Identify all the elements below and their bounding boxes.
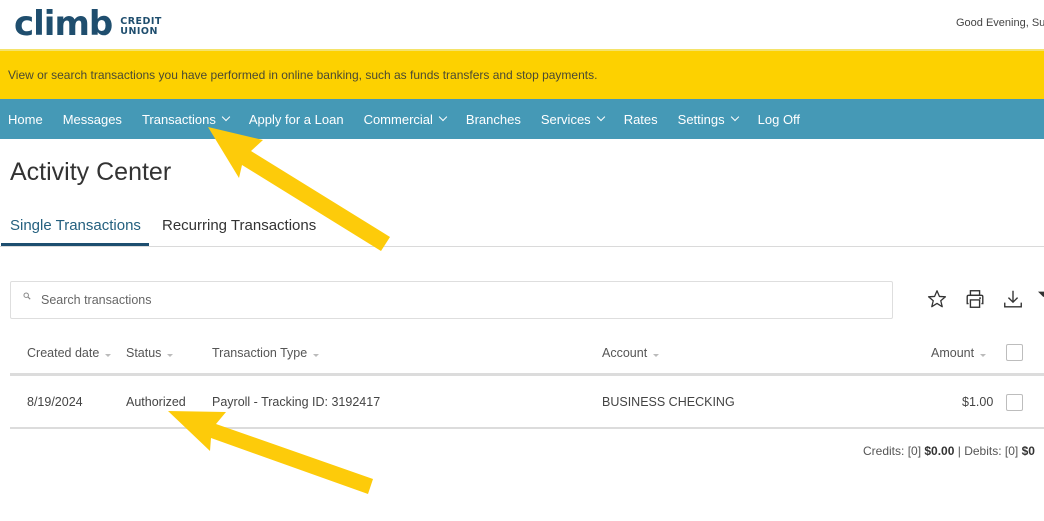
nav-label: Services [540,111,591,127]
totals-separator: | [957,444,961,458]
credits-count: [0] [907,444,922,458]
column-header-status[interactable]: Status [126,346,174,360]
credits-amount: $0.00 [924,444,955,458]
chevron-down-icon [596,112,605,122]
print-icon[interactable] [964,288,986,310]
nav-label: Apply for a Loan [248,111,344,127]
nav-label: Log Off [757,111,801,127]
cell-amount: $1.00 [962,395,994,409]
debits-amount: $0 [1021,444,1035,458]
nav-label: Home [8,111,43,127]
column-header-amount[interactable]: Amount [931,346,987,360]
table-header: Created date Status Transaction Type Acc… [10,338,1044,376]
nav-item-branches[interactable]: Branches [466,112,521,127]
logo-sub-line2: UNION [120,26,158,37]
transaction-tabs: Single Transactions Recurring Transactio… [0,207,1044,247]
search-input[interactable] [41,282,881,318]
cell-account: BUSINESS CHECKING [602,395,735,409]
nav-item-rates[interactable]: Rates [624,112,658,127]
logo-wordmark: climb [14,4,113,44]
page-title: Activity Center [10,158,172,186]
sort-caret-icon [105,352,112,358]
sort-caret-icon [313,352,320,358]
debits-label: Debits: [964,444,1002,458]
select-all-checkbox[interactable] [1006,344,1023,361]
nav-item-commercial[interactable]: Commercial [363,111,448,127]
nav-item-home[interactable]: Home [8,112,43,127]
active-tab-indicator [1,243,149,246]
column-label: Account [602,346,648,360]
column-label: Amount [931,346,975,360]
nav-label: Settings [677,111,725,127]
climb-logo[interactable]: climb CREDIT UNION [14,6,162,42]
search-icon [23,292,31,300]
row-select-checkbox[interactable] [1006,394,1023,411]
banner-text: View or search transactions you have per… [8,68,598,82]
tab-recurring-transactions[interactable]: Recurring Transactions [162,217,316,234]
cell-created-date: 8/19/2024 [27,395,83,409]
download-icon[interactable] [1002,288,1024,310]
nav-item-settings[interactable]: Settings [677,111,739,127]
nav-label: Rates [623,111,658,127]
main-nav: Home Messages Transactions Apply for a L… [0,99,1044,139]
column-header-created-date[interactable]: Created date [27,346,112,360]
search-box [10,281,893,319]
debits-count: [0] [1004,444,1019,458]
cell-status: Authorized [126,395,186,409]
nav-label: Transactions [141,111,216,127]
nav-item-apply-for-a-loan[interactable]: Apply for a Loan [249,112,344,127]
tab-single-transactions[interactable]: Single Transactions [10,217,141,234]
sort-caret-icon [167,352,174,358]
greeting-text: Good Evening, Sus [956,17,1044,29]
top-header: climb CREDIT UNION Good Evening, Sus [0,0,1044,49]
column-label: Transaction Type [212,346,308,360]
chevron-down-icon [221,112,231,122]
column-header-transaction-type[interactable]: Transaction Type [212,346,320,360]
table-row[interactable]: 8/19/2024 Authorized Payroll - Tracking … [10,377,1044,429]
cell-transaction-type: Payroll - Tracking ID: 3192417 [212,395,381,409]
nav-item-services[interactable]: Services [540,111,605,127]
column-header-account[interactable]: Account [602,346,660,360]
nav-item-log-off[interactable]: Log Off [758,112,800,127]
nav-label: Commercial [363,111,433,127]
filter-icon[interactable] [1038,288,1044,310]
credits-label: Credits: [863,444,905,458]
column-label: Created date [27,346,100,360]
sort-caret-icon [653,352,660,358]
star-icon[interactable] [926,288,948,310]
nav-item-transactions[interactable]: Transactions [141,111,231,127]
nav-label: Branches [465,111,521,127]
info-banner: View or search transactions you have per… [0,49,1044,99]
totals-summary: Credits: [0] $0.00 | Debits: [0] $0 [863,444,1035,458]
nav-label: Messages [62,111,122,127]
sort-caret-icon [980,352,987,358]
chevron-down-icon [730,112,739,122]
column-label: Status [126,346,162,360]
chevron-down-icon [438,112,448,122]
nav-item-messages[interactable]: Messages [63,112,122,127]
logo-subtitle: CREDIT UNION [120,17,162,37]
